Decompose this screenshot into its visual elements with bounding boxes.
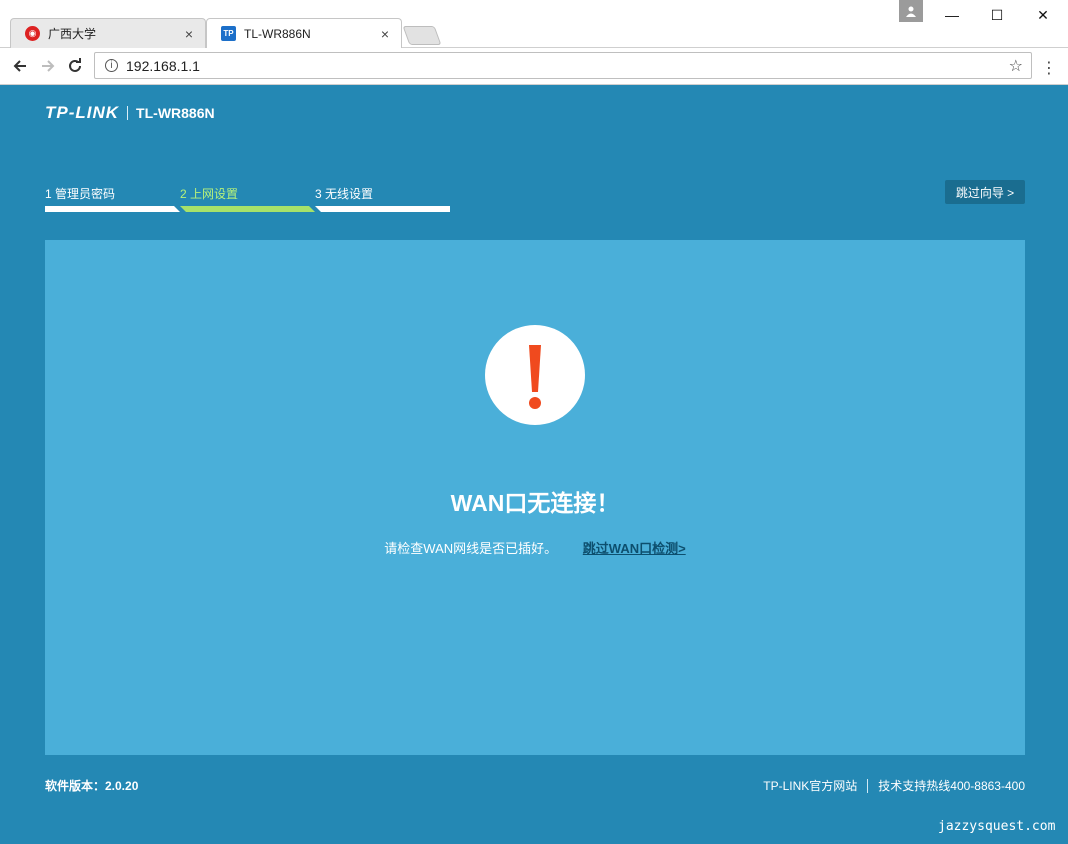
brand-header: TP-LINK TL-WR886N bbox=[45, 103, 215, 123]
user-profile-icon[interactable] bbox=[899, 0, 923, 22]
step-progress-bar-active bbox=[180, 206, 315, 212]
close-window-button[interactable]: ✕ bbox=[1021, 0, 1065, 30]
forward-arrow-icon[interactable] bbox=[36, 54, 60, 78]
tab-title: TL-WR886N bbox=[244, 26, 311, 41]
tplink-favicon-icon: TP bbox=[221, 26, 236, 41]
warning-exclamation-icon bbox=[485, 325, 585, 425]
university-favicon-icon: ◉ bbox=[25, 26, 40, 41]
tplink-logo: TP-LINK bbox=[45, 103, 120, 122]
content-panel: WAN口无连接！ 请检查WAN网线是否已插好。 跳过WAN口检测> bbox=[45, 240, 1025, 755]
step-label: 2 上网设置 bbox=[180, 187, 239, 201]
tab-title: 广西大学 bbox=[48, 27, 97, 41]
info-icon[interactable]: i bbox=[105, 59, 118, 72]
footer-links: TP-LINK官方网站 技术支持热线400-8863-400 bbox=[763, 777, 1025, 794]
close-icon[interactable]: × bbox=[179, 26, 199, 42]
software-version: 软件版本：2.0.20 bbox=[45, 779, 139, 793]
step-internet-settings: 2 上网设置 bbox=[180, 185, 315, 203]
reload-icon[interactable] bbox=[63, 54, 87, 78]
step-progress-bar bbox=[315, 206, 450, 212]
brand-divider bbox=[127, 106, 129, 120]
skip-wan-check-link[interactable]: 跳过WAN口检测> bbox=[583, 541, 686, 556]
step-label: 3 无线设置 bbox=[315, 187, 374, 201]
step-wireless-settings: 3 无线设置 bbox=[315, 185, 450, 203]
watermark: jazzysquest.com bbox=[938, 819, 1056, 834]
url-text[interactable]: 192.168.1.1 bbox=[126, 58, 1009, 74]
tab-guangxi-university[interactable]: ◉ 广西大学 × bbox=[10, 18, 206, 48]
router-model: TL-WR886N bbox=[136, 105, 215, 121]
router-setup-page: TP-LINK TL-WR886N 1 管理员密码 2 上网设置 3 无线设置 … bbox=[0, 85, 1068, 844]
alert-message-row: 请检查WAN网线是否已插好。 跳过WAN口检测> bbox=[45, 538, 1025, 557]
bookmark-star-icon[interactable]: ☆ bbox=[1009, 56, 1023, 76]
browser-tabstrip: ◉ 广西大学 × TP TL-WR886N × — ☐ ✕ bbox=[0, 0, 1068, 48]
maximize-button[interactable]: ☐ bbox=[975, 0, 1019, 30]
browser-toolbar: i 192.168.1.1 ☆ ⋮ bbox=[0, 48, 1068, 85]
alert-title: WAN口无连接！ bbox=[450, 490, 620, 516]
official-site-link[interactable]: TP-LINK官方网站 bbox=[763, 777, 857, 794]
new-tab-button[interactable] bbox=[402, 26, 442, 45]
skip-wizard-button[interactable]: 跳过向导 > bbox=[945, 180, 1025, 204]
step-progress-bar bbox=[45, 206, 180, 212]
step-admin-password: 1 管理员密码 bbox=[45, 185, 180, 203]
footer-divider bbox=[867, 778, 869, 793]
support-hotline: 技术支持热线400-8863-400 bbox=[878, 779, 1025, 793]
close-icon[interactable]: × bbox=[375, 26, 395, 42]
alert-message: 请检查WAN网线是否已插好。 bbox=[384, 541, 558, 556]
address-bar[interactable]: i 192.168.1.1 ☆ bbox=[94, 52, 1032, 79]
minimize-button[interactable]: — bbox=[930, 0, 974, 30]
browser-menu-icon[interactable]: ⋮ bbox=[1040, 58, 1058, 78]
back-arrow-icon[interactable] bbox=[8, 54, 32, 78]
tab-router[interactable]: TP TL-WR886N × bbox=[206, 18, 402, 48]
step-label: 1 管理员密码 bbox=[45, 187, 116, 201]
